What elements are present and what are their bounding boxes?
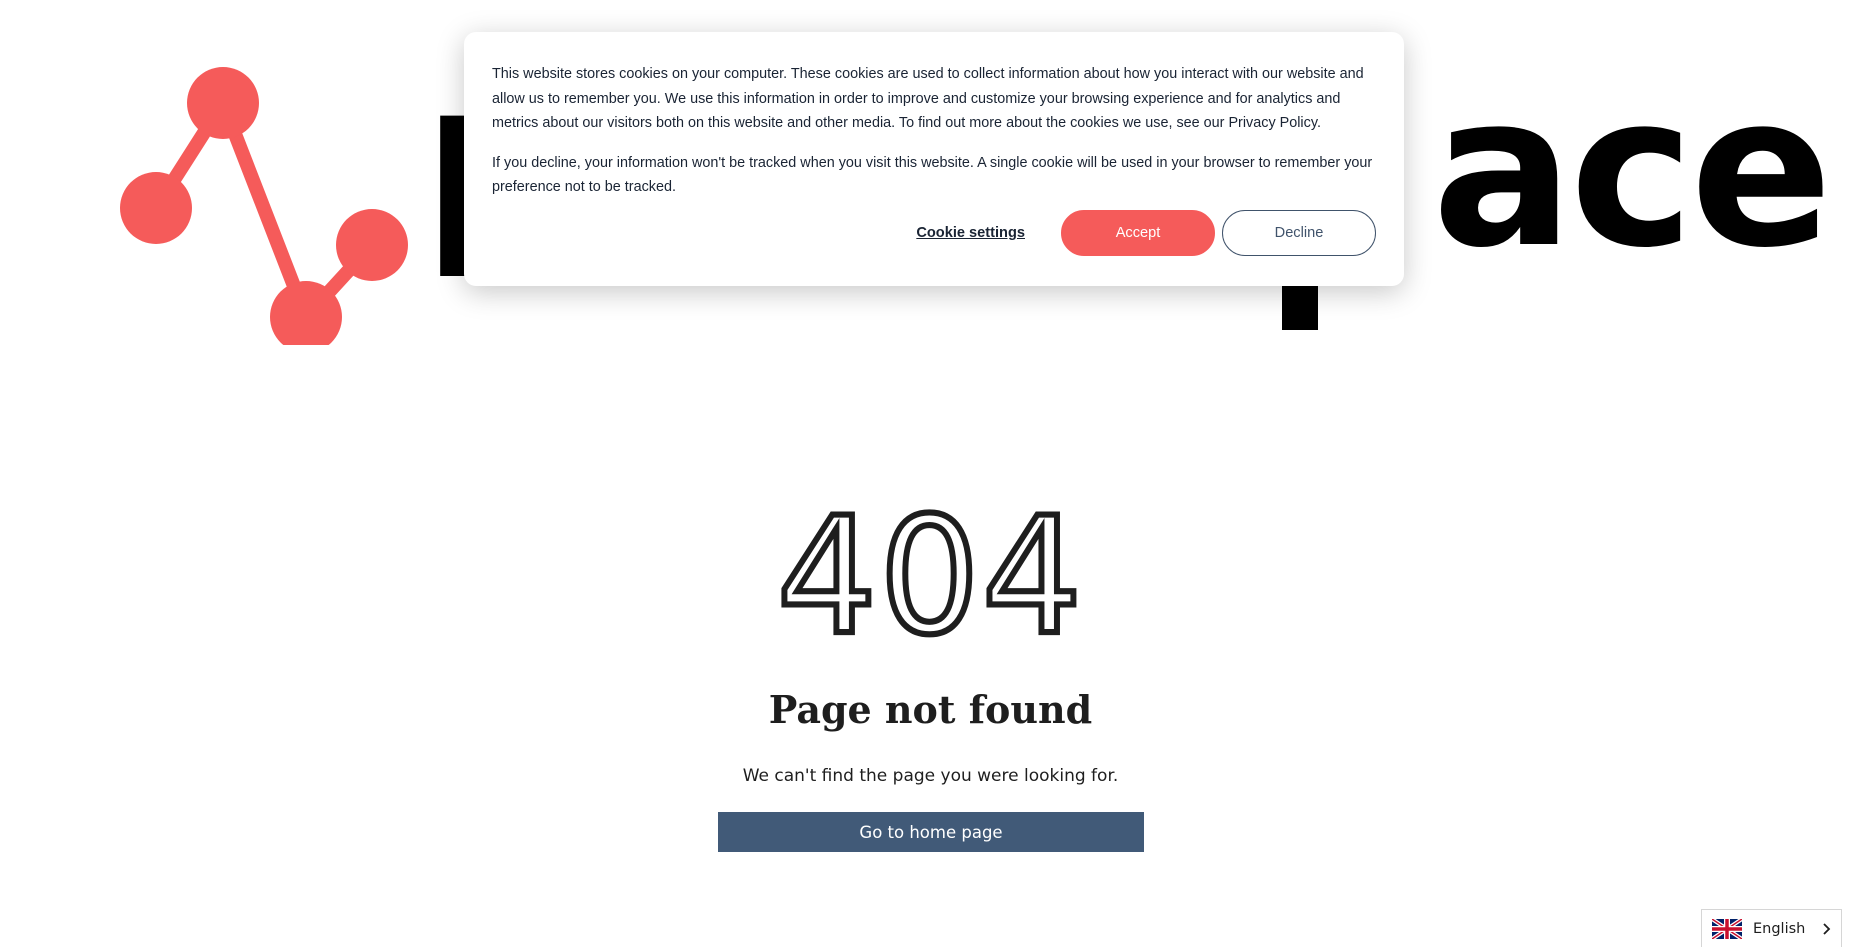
uk-flag-icon bbox=[1712, 918, 1742, 939]
cookie-banner-text: This website stores cookies on your comp… bbox=[492, 66, 1364, 131]
cookie-banner-decline-info: If you decline, your information won't b… bbox=[492, 154, 1373, 196]
cookie-banner: This website stores cookies on your comp… bbox=[464, 32, 1404, 286]
accept-button[interactable]: Accept bbox=[1061, 210, 1215, 256]
error-code: 404 bbox=[0, 483, 1861, 671]
cookie-banner-actions: Cookie settings Accept Decline bbox=[916, 210, 1376, 256]
logo-wordmark-right: ace bbox=[1432, 49, 1833, 294]
page-title: Page not found bbox=[768, 687, 1093, 732]
go-home-button[interactable]: Go to home page bbox=[718, 812, 1144, 852]
language-selector[interactable]: English bbox=[1701, 909, 1842, 947]
language-label: English bbox=[1753, 920, 1806, 937]
error-message: We can't find the page you were looking … bbox=[742, 766, 1119, 786]
page: I ace This website stores cookies on you… bbox=[0, 0, 1861, 947]
cookie-settings-link[interactable]: Cookie settings bbox=[916, 225, 1025, 241]
network-nodes-icon bbox=[120, 67, 408, 345]
error-code-text: 404 bbox=[774, 483, 1086, 671]
decline-button[interactable]: Decline bbox=[1222, 210, 1376, 256]
chevron-right-icon bbox=[1823, 922, 1831, 935]
